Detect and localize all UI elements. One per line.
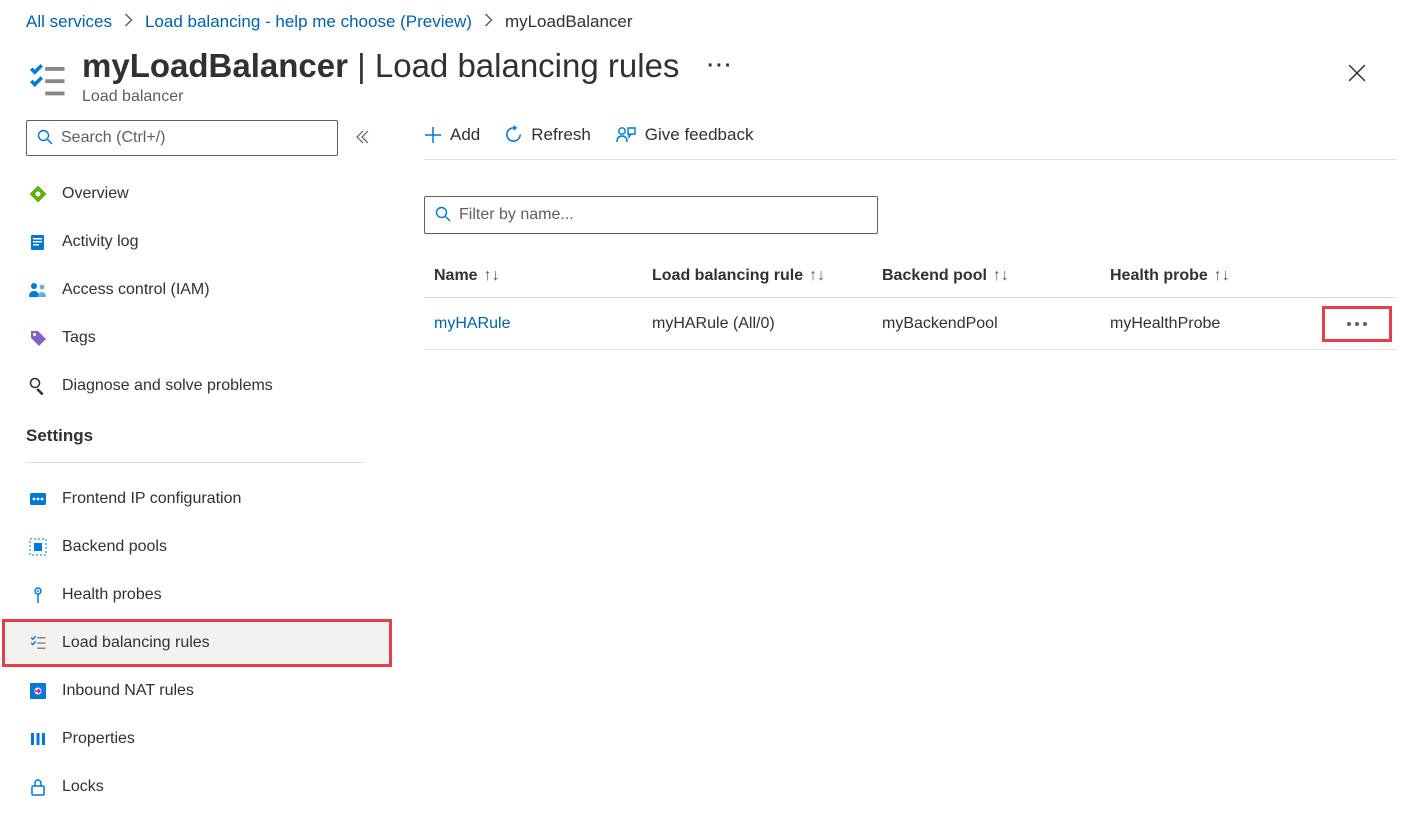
column-label: Load balancing rule xyxy=(652,267,803,284)
refresh-icon xyxy=(504,125,523,144)
sidebar-item-label: Activity log xyxy=(62,233,138,251)
filter-box[interactable] xyxy=(424,196,878,234)
breadcrumb: All services Load balancing - help me ch… xyxy=(0,0,1402,44)
filter-input[interactable] xyxy=(459,206,867,224)
breadcrumb-link-lb-help[interactable]: Load balancing - help me choose (Preview… xyxy=(145,12,472,32)
row-more-actions-button[interactable] xyxy=(1322,306,1392,342)
sidebar-item-access-control[interactable]: Access control (IAM) xyxy=(26,266,378,314)
sidebar-item-lb-rules[interactable]: Load balancing rules xyxy=(2,619,392,667)
rule-cell: myHARule (All/0) xyxy=(652,315,775,332)
sidebar-item-properties[interactable]: Properties xyxy=(26,715,378,763)
sort-icon: ↑↓ xyxy=(809,267,825,284)
resource-name: myLoadBalancer xyxy=(82,47,348,84)
sidebar-item-label: Load balancing rules xyxy=(62,634,210,652)
backend-pools-icon xyxy=(28,537,48,557)
collapse-sidebar-button[interactable] xyxy=(354,129,370,148)
sort-icon: ↑↓ xyxy=(484,267,500,284)
breadcrumb-current: myLoadBalancer xyxy=(505,12,633,32)
sidebar-item-label: Locks xyxy=(62,778,104,796)
sidebar-item-frontend-ip[interactable]: Frontend IP configuration xyxy=(26,475,378,523)
close-button[interactable] xyxy=(1338,58,1376,92)
column-header-probe[interactable]: Health probe ↑↓ xyxy=(1110,267,1318,285)
refresh-label: Refresh xyxy=(531,125,591,145)
sidebar-item-locks[interactable]: Locks xyxy=(26,763,378,811)
sidebar-item-tags[interactable]: Tags xyxy=(26,314,378,362)
table-header: Name ↑↓ Load balancing rule ↑↓ Backend poo… xyxy=(424,254,1396,298)
column-header-name[interactable]: Name ↑↓ xyxy=(424,267,652,285)
column-label: Backend pool xyxy=(882,267,987,284)
sidebar-item-overview[interactable]: Overview xyxy=(26,170,378,218)
breadcrumb-link-all-services[interactable]: All services xyxy=(26,12,112,32)
sort-icon: ↑↓ xyxy=(1214,267,1230,284)
column-label: Name xyxy=(434,267,478,284)
sidebar-item-activity-log[interactable]: Activity log xyxy=(26,218,378,266)
rule-name-link[interactable]: myHARule xyxy=(434,315,510,332)
sidebar-search[interactable] xyxy=(26,120,338,156)
feedback-label: Give feedback xyxy=(645,125,754,145)
main-content: Add Refresh Give feedback Name ↑↓ xyxy=(392,120,1402,811)
sidebar-item-health-probes[interactable]: Health probes xyxy=(26,571,378,619)
sidebar-item-label: Backend pools xyxy=(62,538,167,556)
search-icon xyxy=(37,129,53,148)
toolbar: Add Refresh Give feedback xyxy=(424,120,1396,160)
load-balancer-rules-icon xyxy=(26,60,68,102)
sidebar-search-input[interactable] xyxy=(61,129,327,147)
diagnose-icon xyxy=(28,376,48,396)
breadcrumb-separator xyxy=(484,12,493,32)
column-header-rule[interactable]: Load balancing rule ↑↓ xyxy=(652,267,882,285)
add-label: Add xyxy=(450,125,480,145)
lock-icon xyxy=(28,777,48,797)
activity-log-icon xyxy=(28,232,48,252)
feedback-icon xyxy=(615,125,637,145)
sidebar-item-label: Overview xyxy=(62,185,129,203)
more-actions-button[interactable]: ··· xyxy=(699,56,741,76)
access-control-icon xyxy=(28,280,48,300)
lb-rules-icon xyxy=(28,633,48,653)
sidebar-item-label: Health probes xyxy=(62,586,162,604)
table-row: myHARule myHARule (All/0) myBackendPool … xyxy=(424,298,1396,350)
section-divider xyxy=(26,462,364,463)
rules-table: Name ↑↓ Load balancing rule ↑↓ Backend poo… xyxy=(424,254,1396,350)
search-icon xyxy=(435,206,451,225)
column-header-pool[interactable]: Backend pool ↑↓ xyxy=(882,267,1110,285)
plus-icon xyxy=(424,126,442,144)
health-probes-icon xyxy=(28,585,48,605)
column-label: Health probe xyxy=(1110,267,1208,284)
sidebar-item-label: Tags xyxy=(62,329,96,347)
more-icon xyxy=(1346,321,1368,327)
page-title: myLoadBalancer | Load balancing rules ··… xyxy=(82,48,1338,84)
tags-icon xyxy=(28,328,48,348)
resource-type-subtitle: Load balancer xyxy=(82,88,1338,106)
sidebar-item-backend-pools[interactable]: Backend pools xyxy=(26,523,378,571)
add-button[interactable]: Add xyxy=(424,125,480,145)
overview-icon xyxy=(28,184,48,204)
probe-cell: myHealthProbe xyxy=(1110,315,1220,332)
sidebar-item-inbound-nat[interactable]: Inbound NAT rules xyxy=(26,667,378,715)
sort-icon: ↑↓ xyxy=(993,267,1009,284)
page-header: myLoadBalancer | Load balancing rules ··… xyxy=(0,44,1402,120)
sidebar-item-label: Diagnose and solve problems xyxy=(62,377,273,395)
refresh-button[interactable]: Refresh xyxy=(504,125,591,145)
feedback-button[interactable]: Give feedback xyxy=(615,125,754,145)
sidebar-item-label: Properties xyxy=(62,730,135,748)
sidebar-item-label: Inbound NAT rules xyxy=(62,682,194,700)
inbound-nat-icon xyxy=(28,681,48,701)
sidebar-item-label: Frontend IP configuration xyxy=(62,490,241,508)
page-title-suffix: Load balancing rules xyxy=(375,47,680,84)
sidebar-item-label: Access control (IAM) xyxy=(62,281,210,299)
properties-icon xyxy=(28,729,48,749)
breadcrumb-separator xyxy=(124,12,133,32)
sidebar-section-settings: Settings xyxy=(26,426,378,456)
frontend-ip-icon xyxy=(28,489,48,509)
pool-cell: myBackendPool xyxy=(882,315,998,332)
sidebar: Overview Activity log Access control (IA… xyxy=(0,120,392,811)
sidebar-item-diagnose[interactable]: Diagnose and solve problems xyxy=(26,362,378,410)
